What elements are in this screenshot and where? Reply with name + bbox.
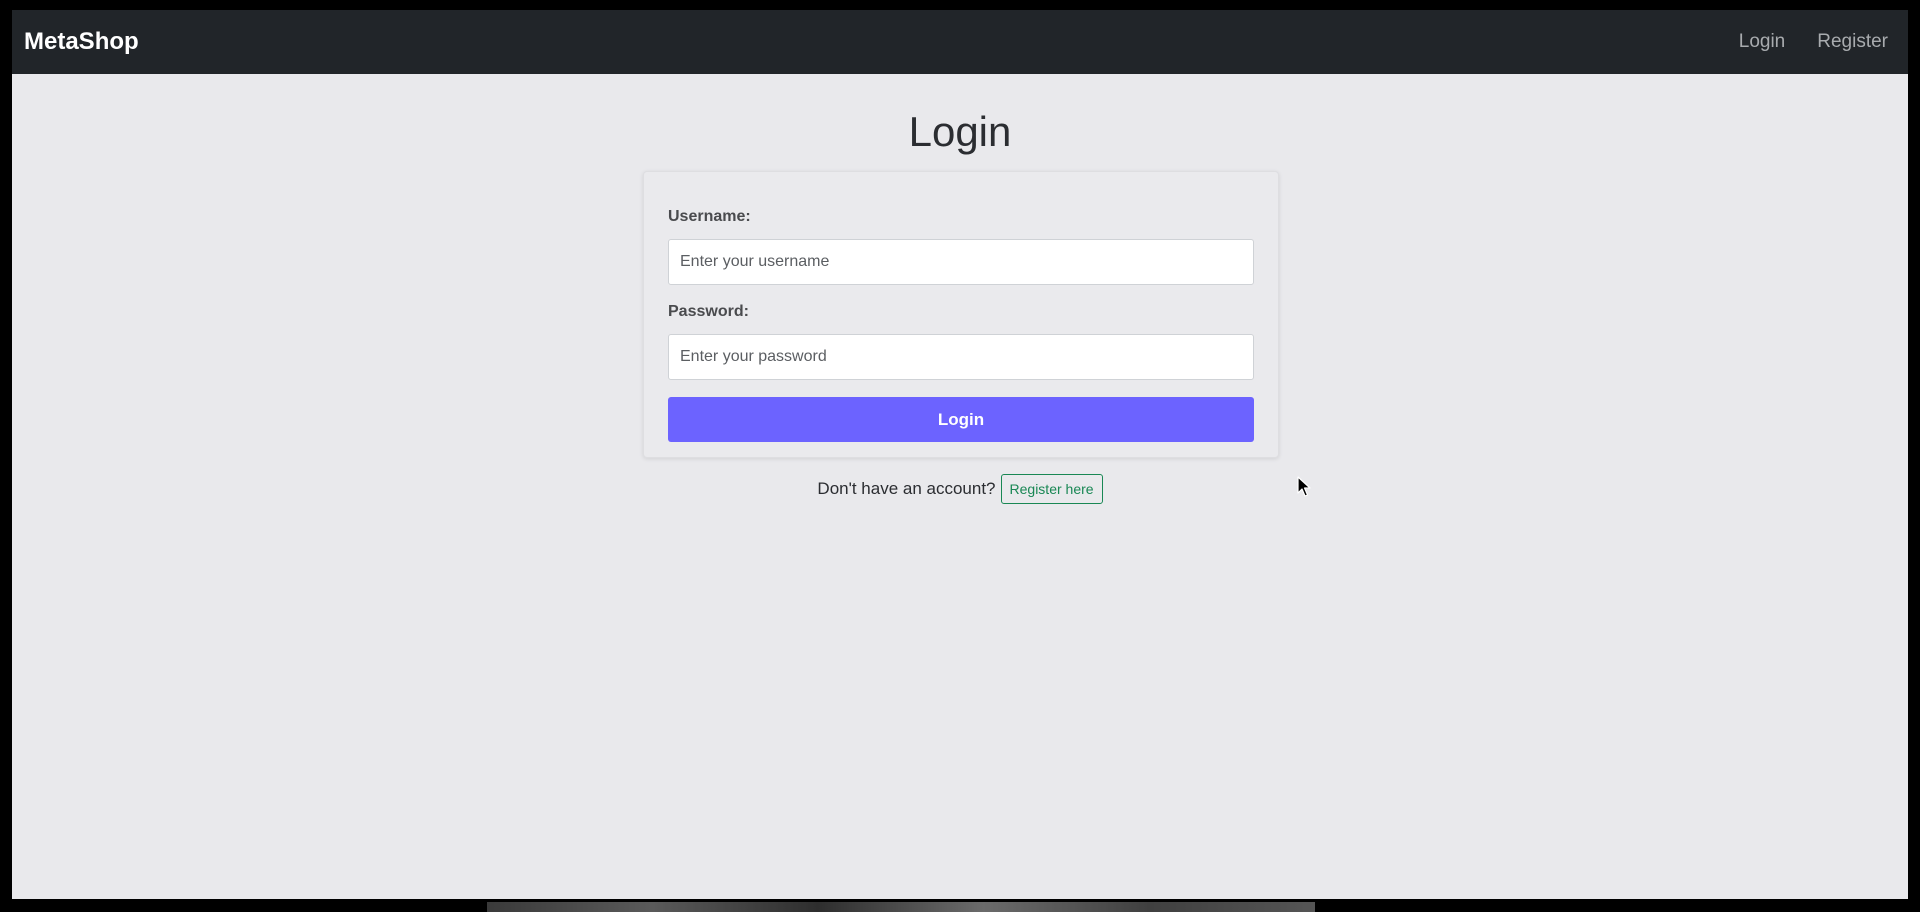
mouse-pointer-icon [1297,476,1311,497]
username-input[interactable] [668,239,1254,285]
password-input[interactable] [668,334,1254,380]
register-prompt-row: Don't have an account? Register here [12,474,1908,504]
username-label: Username: [668,208,751,225]
login-submit-button[interactable]: Login [668,397,1254,442]
browser-viewport: MetaShop Login Register Login Username: … [12,10,1908,899]
background-image-strip [487,902,1315,912]
navbar-links: Login Register [1739,10,1888,74]
nav-link-login[interactable]: Login [1739,31,1786,53]
register-here-button[interactable]: Register here [1000,474,1103,504]
top-navbar: MetaShop Login Register [12,10,1908,74]
register-prompt-text: Don't have an account? [817,479,996,498]
login-form-card: Username: Password: Login [643,171,1279,458]
brand-logo[interactable]: MetaShop [24,10,139,74]
nav-link-register[interactable]: Register [1817,31,1888,53]
page-title: Login [908,108,1012,155]
password-label: Password: [668,303,749,320]
